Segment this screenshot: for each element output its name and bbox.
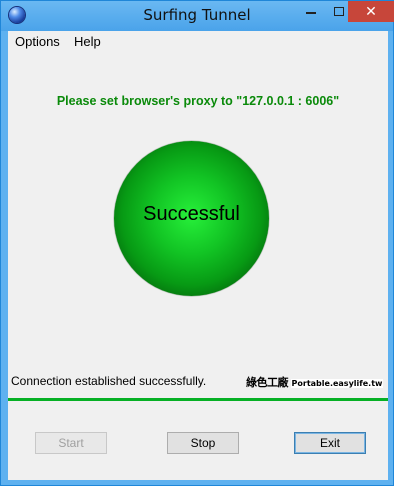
title-bar[interactable]: Surfing Tunnel ✕ [1, 1, 394, 31]
proxy-instruction: Please set browser's proxy to "127.0.0.1… [56, 94, 340, 108]
progress-bar [8, 398, 388, 401]
progress-bar-fill [8, 398, 388, 401]
minimize-button[interactable] [297, 1, 325, 22]
start-button[interactable]: Start [35, 432, 107, 454]
app-window: Surfing Tunnel ✕ Options Help Please set… [0, 0, 394, 486]
status-message: Connection established successfully. [11, 374, 207, 388]
client-area: Options Help Please set browser's proxy … [8, 31, 388, 480]
watermark: 綠色工廠 Portable.easylife.tw [246, 374, 384, 390]
watermark-latin: Portable.easylife.tw [290, 379, 384, 388]
status-indicator-label: Successful [143, 203, 240, 225]
maximize-icon [334, 7, 344, 16]
status-indicator: Successful [114, 141, 269, 296]
close-button[interactable]: ✕ [348, 1, 394, 22]
watermark-cjk: 綠色工廠 [246, 377, 289, 389]
exit-button[interactable]: Exit [294, 432, 366, 454]
menu-bar: Options Help [8, 31, 388, 53]
close-icon: ✕ [365, 4, 377, 20]
menu-options[interactable]: Options [15, 34, 60, 49]
menu-help[interactable]: Help [74, 34, 101, 49]
minimize-icon [306, 12, 316, 14]
stop-button[interactable]: Stop [167, 432, 239, 454]
